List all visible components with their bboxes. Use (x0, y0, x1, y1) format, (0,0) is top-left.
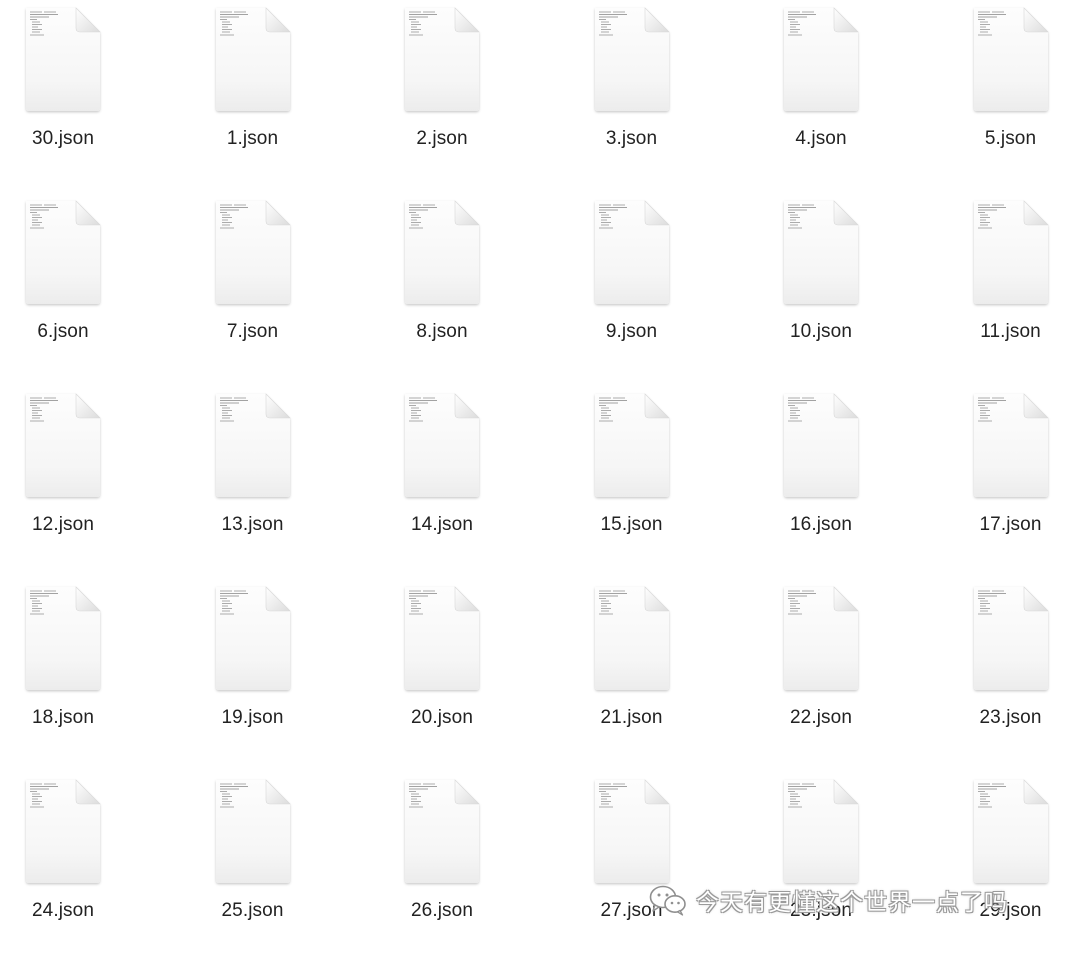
file-item[interactable]: 18.json (14, 579, 204, 772)
json-document-icon[interactable] (401, 778, 483, 886)
json-document-icon[interactable] (780, 778, 862, 886)
file-item[interactable]: 24.json (14, 772, 204, 965)
file-item[interactable]: 23.json (962, 579, 1080, 772)
file-grid: 30.json (0, 0, 1080, 947)
json-document-icon[interactable] (22, 585, 104, 693)
file-item[interactable]: 1.json (204, 0, 394, 193)
json-document-icon[interactable] (591, 392, 673, 500)
json-document-icon[interactable] (22, 392, 104, 500)
json-document-icon[interactable] (780, 199, 862, 307)
file-item[interactable]: 22.json (772, 579, 962, 772)
file-name-label[interactable]: 30.json (4, 128, 122, 150)
json-document-icon[interactable] (970, 585, 1052, 693)
file-name-label[interactable]: 23.json (952, 707, 1070, 729)
json-document-icon[interactable] (780, 585, 862, 693)
file-name-label[interactable]: 17.json (952, 514, 1070, 536)
file-name-label[interactable]: 7.json (194, 321, 312, 343)
file-item[interactable]: 20.json (393, 579, 583, 772)
file-name-label[interactable]: 25.json (194, 900, 312, 922)
file-item[interactable]: 26.json (393, 772, 583, 965)
json-document-icon[interactable] (970, 199, 1052, 307)
file-name-label[interactable]: 18.json (4, 707, 122, 729)
json-document-icon[interactable] (212, 199, 294, 307)
file-name-label[interactable]: 2.json (383, 128, 501, 150)
file-item[interactable]: 16.json (772, 386, 962, 579)
json-document-icon[interactable] (780, 392, 862, 500)
file-name-label[interactable]: 20.json (383, 707, 501, 729)
file-name-label[interactable]: 28.json (762, 900, 880, 922)
file-item[interactable]: 29.json (962, 772, 1080, 965)
file-name-label[interactable]: 27.json (573, 900, 691, 922)
file-item[interactable]: 25.json (204, 772, 394, 965)
json-document-icon[interactable] (780, 6, 862, 114)
file-name-label[interactable]: 1.json (194, 128, 312, 150)
file-name-label[interactable]: 5.json (952, 128, 1070, 150)
file-name-label[interactable]: 3.json (573, 128, 691, 150)
json-document-icon[interactable] (212, 392, 294, 500)
file-name-label[interactable]: 24.json (4, 900, 122, 922)
file-item[interactable]: 2.json (393, 0, 583, 193)
file-item[interactable]: 11.json (962, 193, 1080, 386)
file-item[interactable]: 21.json (583, 579, 773, 772)
file-item[interactable]: 28.json (772, 772, 962, 965)
json-document-icon[interactable] (22, 199, 104, 307)
file-name-label[interactable]: 9.json (573, 321, 691, 343)
json-document-icon[interactable] (591, 6, 673, 114)
json-document-icon[interactable] (22, 6, 104, 114)
json-document-icon[interactable] (591, 778, 673, 886)
file-item[interactable]: 6.json (14, 193, 204, 386)
file-item[interactable]: 13.json (204, 386, 394, 579)
json-document-icon[interactable] (970, 778, 1052, 886)
json-document-icon[interactable] (970, 6, 1052, 114)
file-name-label[interactable]: 15.json (573, 514, 691, 536)
file-item[interactable]: 10.json (772, 193, 962, 386)
file-item[interactable]: 12.json (14, 386, 204, 579)
file-name-label[interactable]: 22.json (762, 707, 880, 729)
file-item[interactable]: 27.json (583, 772, 773, 965)
file-item[interactable]: 8.json (393, 193, 583, 386)
file-item[interactable]: 3.json (583, 0, 773, 193)
json-document-icon[interactable] (401, 585, 483, 693)
file-item[interactable]: 15.json (583, 386, 773, 579)
file-item[interactable]: 9.json (583, 193, 773, 386)
json-document-icon[interactable] (591, 199, 673, 307)
file-name-label[interactable]: 16.json (762, 514, 880, 536)
json-document-icon[interactable] (401, 392, 483, 500)
json-document-icon[interactable] (401, 6, 483, 114)
json-document-icon[interactable] (212, 585, 294, 693)
json-document-icon[interactable] (401, 199, 483, 307)
file-item[interactable]: 4.json (772, 0, 962, 193)
file-item[interactable]: 19.json (204, 579, 394, 772)
file-name-label[interactable]: 4.json (762, 128, 880, 150)
file-name-label[interactable]: 12.json (4, 514, 122, 536)
file-item[interactable]: 17.json (962, 386, 1080, 579)
json-document-icon[interactable] (22, 778, 104, 886)
file-name-label[interactable]: 29.json (952, 900, 1070, 922)
file-name-label[interactable]: 14.json (383, 514, 501, 536)
file-name-label[interactable]: 13.json (194, 514, 312, 536)
file-item[interactable]: 5.json (962, 0, 1080, 193)
json-document-icon[interactable] (591, 585, 673, 693)
file-name-label[interactable]: 19.json (194, 707, 312, 729)
file-name-label[interactable]: 26.json (383, 900, 501, 922)
file-name-label[interactable]: 11.json (952, 321, 1070, 343)
json-document-icon[interactable] (970, 392, 1052, 500)
file-item[interactable]: 14.json (393, 386, 583, 579)
file-item[interactable]: 7.json (204, 193, 394, 386)
file-name-label[interactable]: 10.json (762, 321, 880, 343)
file-item[interactable]: 30.json (14, 0, 204, 193)
file-name-label[interactable]: 6.json (4, 321, 122, 343)
file-name-label[interactable]: 21.json (573, 707, 691, 729)
file-name-label[interactable]: 8.json (383, 321, 501, 343)
json-document-icon[interactable] (212, 6, 294, 114)
json-document-icon[interactable] (212, 778, 294, 886)
